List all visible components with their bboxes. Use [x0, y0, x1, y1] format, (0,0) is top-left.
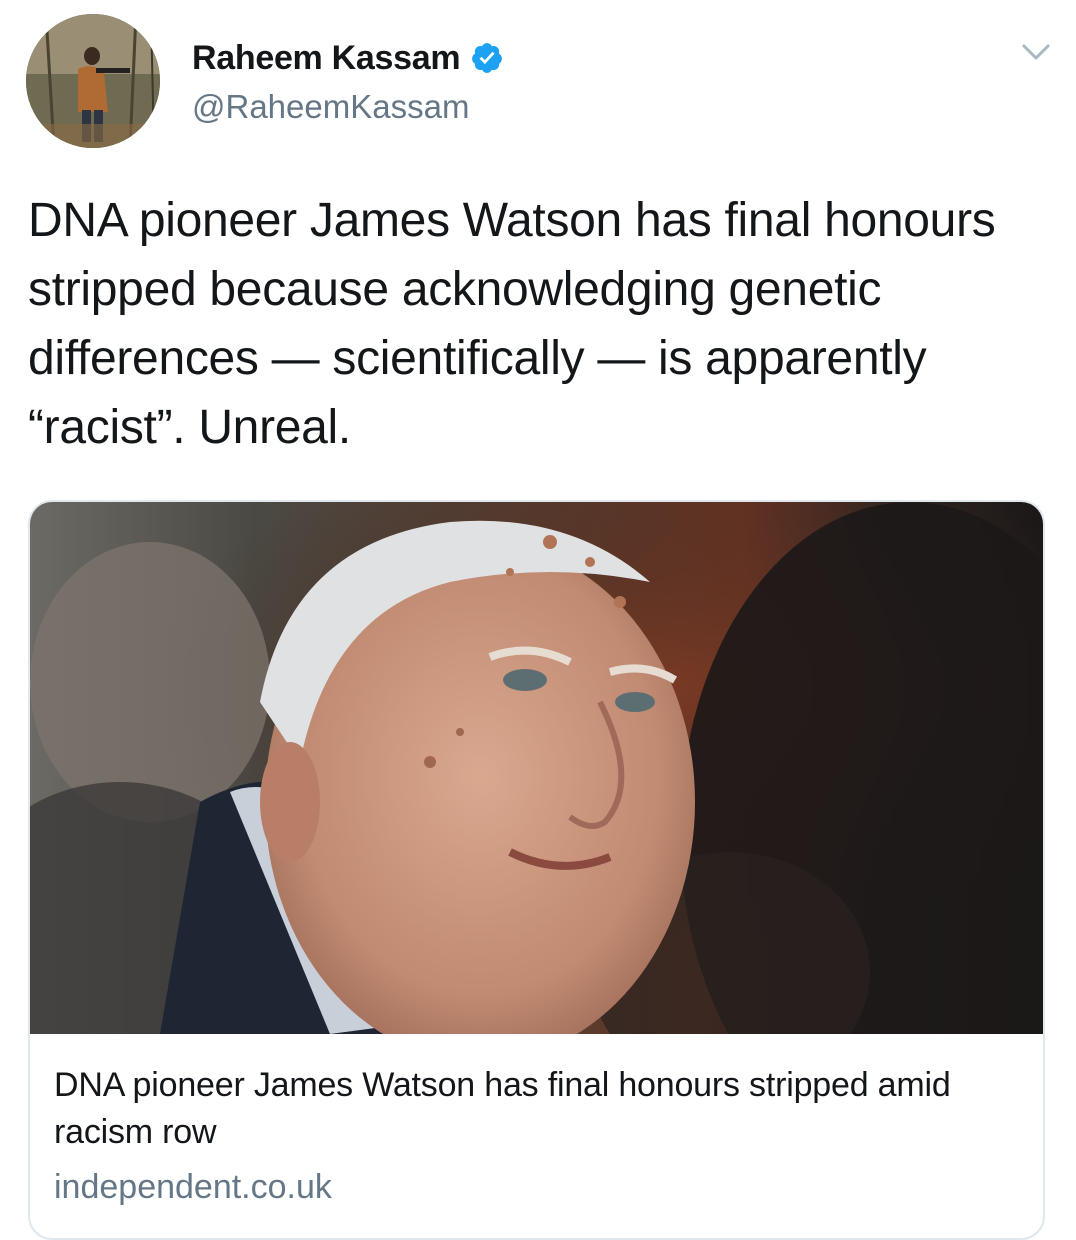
display-name[interactable]: Raheem Kassam — [192, 39, 461, 78]
chevron-down-icon[interactable] — [1018, 38, 1054, 66]
link-card[interactable]: DNA pioneer James Watson has final honou… — [28, 500, 1045, 1240]
tweet[interactable]: Raheem Kassam @RaheemKassam DNA pioneer … — [0, 0, 1076, 1240]
author-name-row[interactable]: Raheem Kassam — [192, 36, 504, 80]
avatar-photo-icon — [26, 14, 160, 148]
card-title[interactable]: DNA pioneer James Watson has final honou… — [54, 1062, 1023, 1156]
avatar[interactable] — [26, 14, 160, 148]
verified-badge-icon — [472, 43, 503, 73]
author-handle[interactable]: @RaheemKassam — [192, 88, 469, 126]
tweet-text: DNA pioneer James Watson has final honou… — [28, 194, 1009, 454]
card-body[interactable]: DNA pioneer James Watson has final honou… — [30, 1034, 1043, 1207]
article-photo-icon — [30, 502, 1043, 1034]
card-domain[interactable]: independent.co.uk — [54, 1168, 1023, 1207]
card-image[interactable] — [30, 502, 1043, 1034]
